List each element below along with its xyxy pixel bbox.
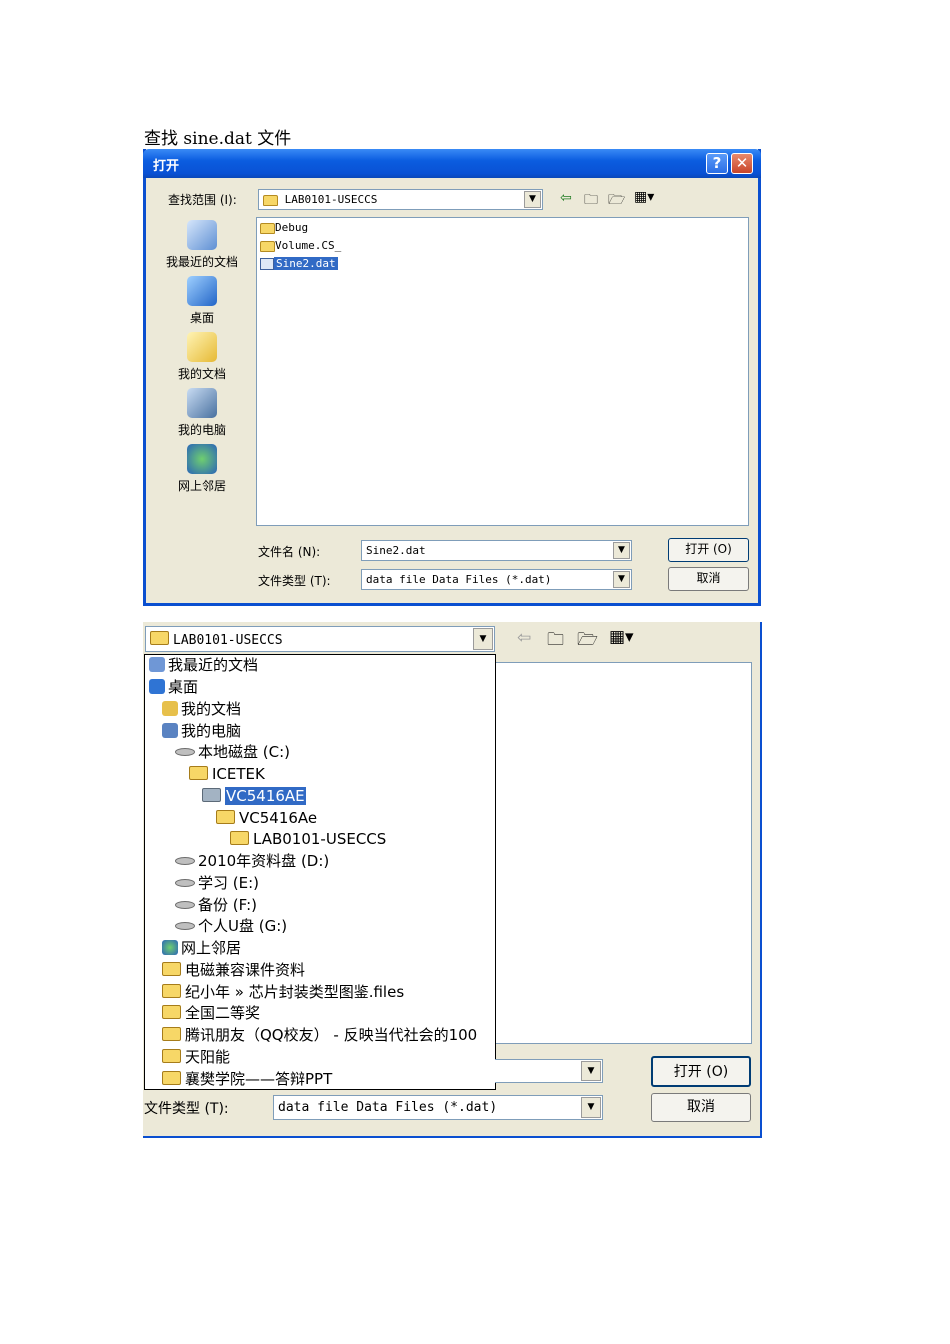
dropdown-item[interactable]: 本地磁盘 (C:) bbox=[175, 742, 290, 763]
dropdown-item[interactable]: 纪小年 » 芯片封装类型图鉴.files bbox=[162, 982, 404, 1003]
dropdown-arrow-icon[interactable]: ▼ bbox=[581, 1097, 601, 1118]
look-in-combo[interactable]: LAB0101-USECCS ▼ bbox=[145, 626, 495, 652]
dropdown-arrow-icon[interactable]: ▼ bbox=[613, 542, 630, 559]
up-folder-icon[interactable]: 🗀 bbox=[584, 189, 598, 213]
desktop-icon bbox=[187, 276, 217, 306]
filetype-label: 文件类型 (T): bbox=[144, 1101, 229, 1117]
look-in-label: 查找范围 (I): bbox=[168, 193, 237, 207]
dropdown-item[interactable]: 我最近的文档 bbox=[149, 655, 258, 676]
place-network[interactable]: 网上邻居 bbox=[150, 444, 254, 494]
new-folder-icon[interactable]: 🗁 bbox=[577, 627, 598, 656]
dropdown-item-selected[interactable]: VC5416AE bbox=[202, 786, 306, 807]
list-item[interactable]: Debug bbox=[260, 220, 308, 236]
file-icon bbox=[260, 258, 274, 270]
dropdown-item[interactable]: 我的文档 bbox=[162, 699, 241, 720]
look-in-value: LAB0101-USECCS bbox=[284, 193, 378, 206]
open-button[interactable]: 打开 (O) bbox=[651, 1056, 751, 1087]
back-icon[interactable]: ⇦ bbox=[517, 628, 531, 648]
place-my-documents[interactable]: 我的文档 bbox=[150, 332, 254, 382]
file-list[interactable] bbox=[495, 662, 752, 1044]
place-my-computer[interactable]: 我的电脑 bbox=[150, 388, 254, 438]
new-folder-icon[interactable]: 🗁 bbox=[608, 189, 625, 213]
dropdown-item[interactable]: 个人U盘 (G:) bbox=[175, 916, 287, 937]
drive-icon bbox=[175, 901, 195, 909]
filename-label: 文件名 (N): bbox=[258, 545, 321, 559]
filetype-label: 文件类型 (T): bbox=[258, 574, 331, 588]
dropdown-item[interactable]: 我的电脑 bbox=[162, 721, 241, 742]
place-desktop[interactable]: 桌面 bbox=[150, 276, 254, 326]
folder-icon bbox=[162, 1027, 181, 1041]
folder-icon bbox=[263, 194, 278, 206]
open-dialog: 打开 ? ✕ 查找范围 (I): LAB0101-USECCS ▼ ⇦ 🗀 🗁 … bbox=[143, 149, 761, 606]
folder-icon bbox=[202, 788, 221, 802]
dropdown-item[interactable]: 网上邻居 bbox=[162, 938, 241, 959]
filetype-select[interactable]: data file Data Files (*.dat) ▼ bbox=[273, 1095, 603, 1120]
dropdown-item[interactable]: 全国二等奖 bbox=[162, 1003, 260, 1024]
desktop-icon bbox=[149, 679, 165, 694]
recent-documents-icon bbox=[187, 220, 217, 250]
filename-field[interactable]: Sine2.dat ▼ bbox=[361, 540, 632, 561]
drive-icon bbox=[175, 922, 195, 930]
drive-icon bbox=[175, 879, 195, 887]
folder-icon bbox=[162, 962, 181, 976]
dropdown-item[interactable]: 腾讯朋友（QQ校友） - 反映当代社会的100 bbox=[162, 1025, 495, 1046]
list-item-selected[interactable]: Sine2.dat bbox=[260, 256, 338, 272]
folder-icon bbox=[162, 1071, 181, 1085]
dropdown-item[interactable]: 备份 (F:) bbox=[175, 895, 257, 916]
dropdown-item[interactable]: 2010年资料盘 (D:) bbox=[175, 851, 329, 872]
folder-icon bbox=[150, 631, 169, 645]
look-in-combo[interactable]: LAB0101-USECCS ▼ bbox=[258, 189, 543, 210]
recent-documents-icon bbox=[149, 657, 165, 672]
folder-icon bbox=[189, 766, 208, 780]
folder-icon bbox=[162, 984, 181, 998]
dropdown-arrow-icon[interactable]: ▼ bbox=[613, 571, 630, 588]
dropdown-item[interactable]: 襄樊学院——答辩PPT bbox=[162, 1069, 332, 1090]
folder-icon bbox=[162, 1049, 181, 1063]
my-documents-icon bbox=[187, 332, 217, 362]
up-folder-icon[interactable]: 🗀 bbox=[547, 627, 564, 656]
place-recent[interactable]: 我最近的文档 bbox=[150, 220, 254, 270]
folder-icon bbox=[216, 810, 235, 824]
folder-icon bbox=[230, 831, 249, 845]
look-in-dropdown[interactable]: 我最近的文档 桌面 我的文档 我的电脑 本地磁盘 (C:) ICETEK VC5… bbox=[144, 654, 496, 1090]
dropdown-item[interactable]: 电磁兼容课件资料 bbox=[162, 960, 305, 981]
dropdown-item[interactable]: 学习 (E:) bbox=[175, 873, 259, 894]
filename-field[interactable]: ▼ bbox=[495, 1059, 603, 1083]
my-documents-icon bbox=[162, 701, 178, 716]
view-menu-icon[interactable]: ▦▾ bbox=[634, 189, 654, 205]
document-caption: 查找 sine.dat 文件 bbox=[144, 129, 292, 149]
dropdown-item[interactable]: LAB0101-USECCS bbox=[230, 829, 386, 850]
help-button[interactable]: ? bbox=[706, 153, 728, 174]
my-computer-icon bbox=[162, 723, 178, 738]
dropdown-item[interactable]: VC5416Ae bbox=[216, 808, 317, 829]
close-button[interactable]: ✕ bbox=[731, 153, 753, 174]
network-icon bbox=[187, 444, 217, 474]
filetype-select[interactable]: data file Data Files (*.dat) ▼ bbox=[361, 569, 632, 590]
dropdown-item[interactable]: 桌面 bbox=[149, 677, 198, 698]
open-button[interactable]: 打开 (O) bbox=[668, 538, 749, 562]
dropdown-arrow-icon[interactable]: ▼ bbox=[473, 628, 493, 650]
dropdown-arrow-icon[interactable]: ▼ bbox=[581, 1061, 601, 1081]
cancel-button[interactable]: 取消 bbox=[651, 1093, 751, 1122]
folder-icon bbox=[260, 240, 275, 252]
title-bar[interactable]: 打开 ? ✕ bbox=[143, 149, 761, 178]
network-icon bbox=[162, 940, 178, 955]
cancel-button[interactable]: 取消 bbox=[668, 567, 749, 591]
view-menu-icon[interactable]: ▦▾ bbox=[609, 627, 634, 647]
back-icon[interactable]: ⇦ bbox=[560, 190, 572, 206]
drive-icon bbox=[175, 857, 195, 865]
dropdown-arrow-icon[interactable]: ▼ bbox=[524, 191, 541, 208]
folder-icon bbox=[260, 222, 275, 234]
list-item[interactable]: Volume.CS_ bbox=[260, 238, 341, 254]
dropdown-item[interactable]: 天阳能 bbox=[162, 1047, 230, 1068]
dialog-title: 打开 bbox=[153, 159, 180, 174]
dropdown-item[interactable]: ICETEK bbox=[189, 764, 265, 785]
drive-icon bbox=[175, 748, 195, 756]
open-dialog-dropdown: LAB0101-USECCS ▼ ⇦ 🗀 🗁 ▦▾ 我最近的文档 桌面 我的文档… bbox=[143, 622, 762, 1138]
my-computer-icon bbox=[187, 388, 217, 418]
folder-icon bbox=[162, 1005, 181, 1019]
file-list[interactable]: Debug Volume.CS_ Sine2.dat bbox=[256, 217, 749, 526]
